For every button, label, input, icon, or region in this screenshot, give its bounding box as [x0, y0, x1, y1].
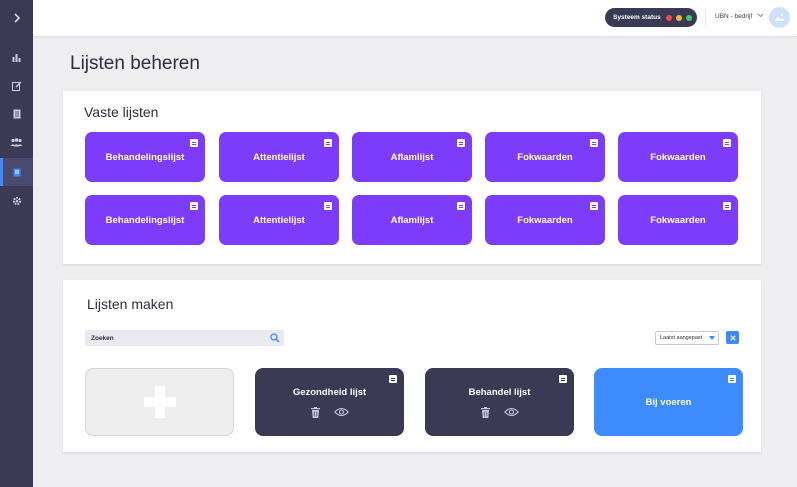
custom-list-tile[interactable]: Bij voeren: [594, 368, 743, 436]
document-icon: [324, 139, 332, 147]
fixed-list-button[interactable]: Behandelingslijst: [85, 132, 205, 182]
document-icon: [190, 139, 198, 147]
sidebar-toggle-button[interactable]: [0, 0, 33, 36]
fixed-list-label: Aflamlijst: [390, 214, 434, 226]
custom-list-tile[interactable]: Gezondheid lijst: [255, 368, 404, 436]
sidebar-item-users[interactable]: [0, 128, 33, 156]
system-status-label: Systeem status: [613, 14, 661, 21]
fixed-list-label: Fokwaarden: [650, 214, 706, 226]
fixed-list-label: Aflamlijst: [390, 151, 434, 163]
eye-icon[interactable]: [333, 407, 349, 417]
document-icon: [590, 139, 598, 147]
fixed-list-button[interactable]: Fokwaarden: [618, 195, 738, 245]
custom-list-label: Bij voeren: [645, 396, 692, 408]
topbar-divider: [705, 9, 706, 26]
search-icon[interactable]: [270, 333, 280, 343]
document-icon: [13, 109, 20, 119]
sidebar: [0, 0, 33, 487]
fixed-list-label: Behandelingslijst: [105, 151, 185, 163]
sort-select[interactable]: Laatst aangepast: [655, 331, 719, 345]
fixed-list-label: Attentielijst: [253, 214, 305, 226]
trash-icon[interactable]: [310, 406, 320, 418]
status-dot-green: [686, 14, 692, 21]
document-icon: [723, 139, 731, 147]
avatar[interactable]: [769, 7, 790, 28]
clear-filter-button[interactable]: [726, 331, 739, 344]
plus-icon: [143, 386, 176, 418]
fixed-list-label: Behandelingslijst: [105, 214, 185, 226]
custom-list-label: Gezondheid lijst: [292, 386, 367, 398]
custom-list-label: Behandel lijst: [468, 386, 531, 398]
chart-icon: [12, 53, 21, 62]
fixed-list-label: Fokwaarden: [517, 151, 573, 163]
fixed-list-button[interactable]: Fokwaarden: [485, 132, 605, 182]
edit-icon: [11, 81, 21, 91]
topbar: Systeem status UBN - bedrijf: [33, 0, 797, 36]
status-dot-red: [666, 14, 672, 21]
fixed-list-label: Fokwaarden: [517, 214, 573, 226]
document-icon: [457, 202, 465, 210]
image-icon: [774, 13, 785, 21]
caret-down-icon: [709, 336, 715, 340]
fixed-list-button[interactable]: Behandelingslijst: [85, 195, 205, 245]
fixed-list-button[interactable]: Attentielijst: [219, 132, 339, 182]
trash-icon[interactable]: [480, 406, 490, 418]
document-icon: [324, 202, 332, 210]
list-icon: [13, 168, 20, 176]
document-icon: [590, 202, 598, 210]
fixed-list-button[interactable]: Fokwaarden: [618, 132, 738, 182]
fixed-list-button[interactable]: Aflamlijst: [352, 195, 472, 245]
sidebar-item-edit[interactable]: [0, 72, 33, 100]
sidebar-item-settings[interactable]: [0, 187, 33, 215]
eye-icon[interactable]: [503, 407, 519, 417]
document-icon: [559, 375, 567, 383]
sidebar-item-lists[interactable]: [0, 158, 33, 186]
fixed-list-button[interactable]: Fokwaarden: [485, 195, 605, 245]
close-icon: [729, 334, 736, 341]
sort-select-value: Laatst aangepast: [660, 335, 703, 341]
search-input[interactable]: [85, 330, 284, 346]
fixed-list-button[interactable]: Attentielijst: [219, 195, 339, 245]
fixed-list-label: Attentielijst: [253, 151, 305, 163]
document-icon: [728, 375, 736, 383]
status-dot-yellow: [676, 14, 682, 21]
sidebar-item-documents[interactable]: [0, 100, 33, 128]
document-icon: [723, 202, 731, 210]
document-icon: [457, 139, 465, 147]
company-selector[interactable]: UBN - bedrijf: [715, 13, 752, 20]
fixed-list-label: Fokwaarden: [650, 151, 706, 163]
create-lists-title: Lijsten maken: [87, 296, 174, 312]
chevron-right-icon: [14, 13, 20, 23]
add-list-tile[interactable]: [85, 368, 234, 436]
document-icon: [389, 375, 397, 383]
users-icon: [10, 137, 23, 146]
chevron-down-icon[interactable]: [757, 13, 764, 18]
fixed-list-button[interactable]: Aflamlijst: [352, 132, 472, 182]
page-title: Lijsten beheren: [70, 53, 200, 74]
sidebar-item-dashboard[interactable]: [0, 43, 33, 71]
system-status-indicator[interactable]: Systeem status: [605, 8, 697, 27]
custom-list-tile[interactable]: Behandel lijst: [425, 368, 574, 436]
document-icon: [190, 202, 198, 210]
gear-icon: [12, 196, 21, 206]
fixed-lists-title: Vaste lijsten: [84, 104, 159, 120]
